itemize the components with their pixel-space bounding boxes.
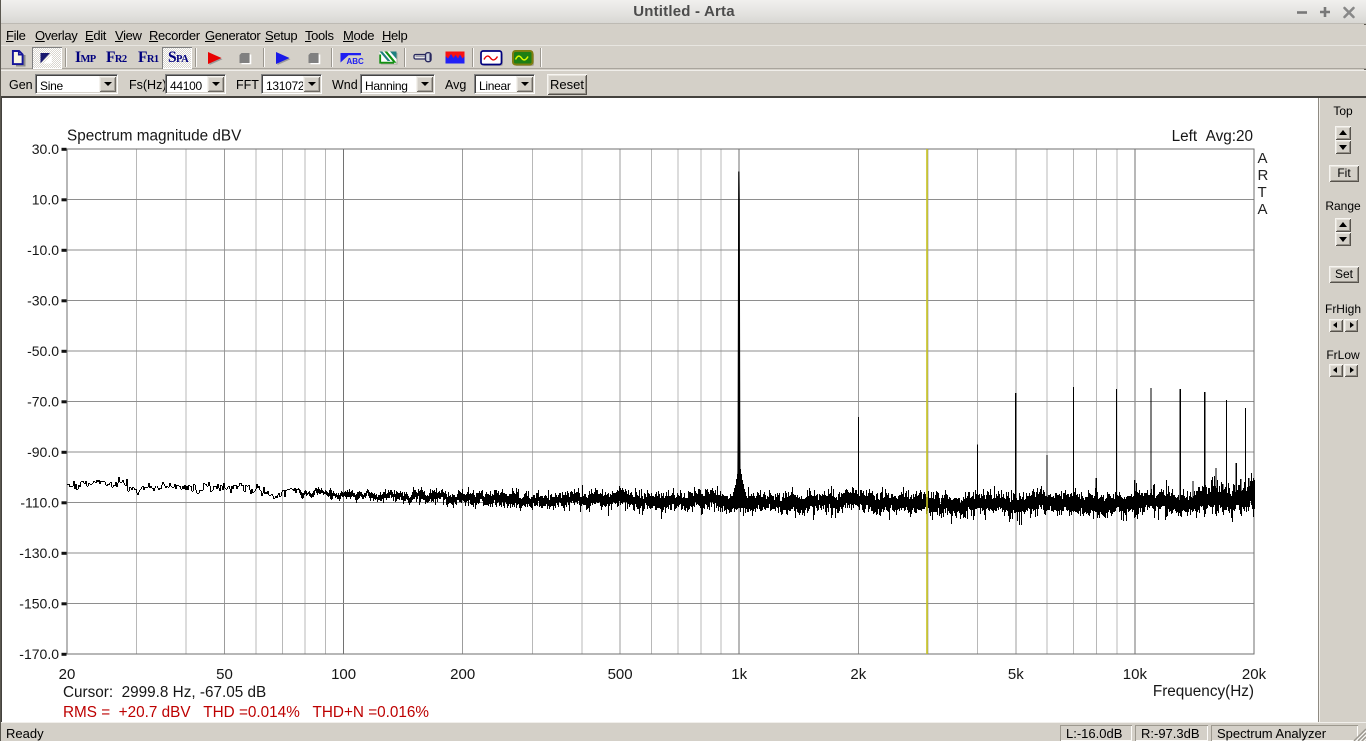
svg-text:R: R — [1258, 167, 1269, 184]
svg-text:10k: 10k — [1123, 666, 1148, 683]
svg-text:20k: 20k — [1242, 666, 1267, 683]
svg-text:Frequency(Hz): Frequency(Hz) — [1153, 683, 1254, 700]
svg-text:-10.0: -10.0 — [27, 242, 59, 258]
svg-text:1k: 1k — [731, 666, 747, 683]
svg-text:500: 500 — [608, 666, 633, 683]
svg-text:RMS = +20.7 dBV THD =0.014%: RMS = +20.7 dBV THD =0.014% THD+N =0.016… — [63, 704, 429, 721]
svg-text:Spectrum magnitude dBV: Spectrum magnitude dBV — [67, 128, 242, 145]
svg-text:T: T — [1258, 184, 1267, 201]
svg-text:ABC: ABC — [347, 57, 365, 66]
svg-text:50: 50 — [216, 666, 233, 683]
svg-text:Left Avg:20: Left Avg:20 — [1172, 128, 1253, 145]
svg-text:5k: 5k — [1008, 666, 1024, 683]
svg-text:-90.0: -90.0 — [27, 444, 59, 460]
svg-text:2k: 2k — [850, 666, 866, 683]
svg-text:-150.0: -150.0 — [19, 596, 59, 612]
svg-text:A: A — [1258, 201, 1268, 218]
svg-text:200: 200 — [450, 666, 475, 683]
svg-text:-70.0: -70.0 — [27, 394, 59, 410]
svg-text:-30.0: -30.0 — [27, 293, 59, 309]
svg-text:A: A — [1258, 150, 1268, 167]
svg-text:30.0: 30.0 — [32, 141, 59, 157]
svg-text:-50.0: -50.0 — [27, 343, 59, 359]
svg-text:Cursor: 2999.8 Hz, -67.05 dB: Cursor: 2999.8 Hz, -67.05 dB — [63, 684, 266, 701]
svg-text:-110.0: -110.0 — [20, 495, 59, 511]
svg-text:-130.0: -130.0 — [19, 545, 59, 561]
svg-text:-170.0: -170.0 — [19, 646, 59, 662]
svg-text:100: 100 — [331, 666, 356, 683]
svg-text:20: 20 — [59, 666, 76, 683]
svg-text:10.0: 10.0 — [32, 192, 59, 208]
